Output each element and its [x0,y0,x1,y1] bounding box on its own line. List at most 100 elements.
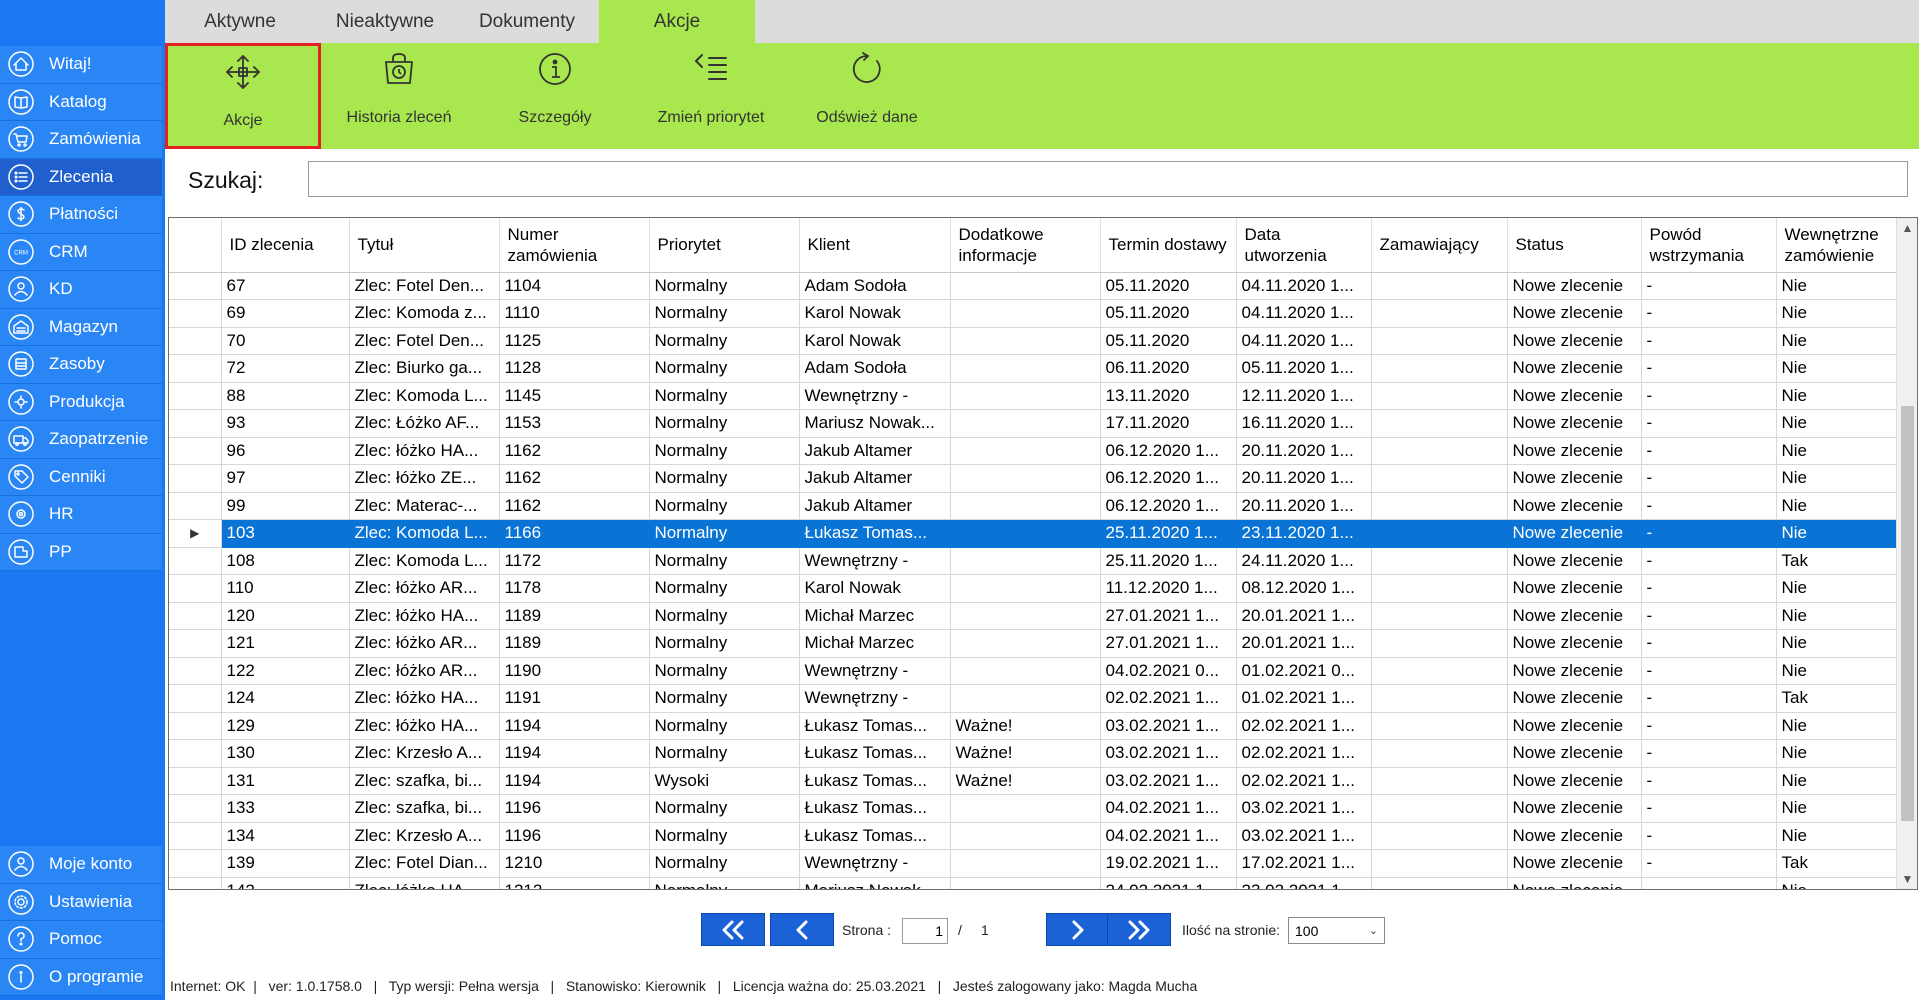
row-header[interactable] [169,492,222,520]
table-cell: Nowe zlecenie [1507,437,1642,465]
sidebar-item-zamowienia[interactable]: Zamówienia [0,121,162,159]
table-row[interactable]: 130 Zlec: Krzesło A... 1194 Normalny Łukasz … [169,739,1896,768]
historia-zlecen-button[interactable]: Historia zleceń [321,43,477,149]
sidebar-item-produkcja[interactable]: Produkcja [0,383,162,421]
table-row[interactable]: 121 Zlec: łóżko AR... 1189 Normalny Michał M… [169,629,1896,658]
previous-page-button[interactable] [770,913,834,946]
sidebar-item-platnosci[interactable]: Płatności [0,196,162,234]
row-header[interactable] [169,464,222,493]
table-row[interactable]: 96 Zlec: łóżko HA... 1162 Normalny Jakub Alt… [169,437,1896,465]
next-page-button[interactable] [1046,913,1110,946]
row-header[interactable] [169,354,222,383]
sidebar-item-crm[interactable]: CRM CRM [0,233,162,271]
column-header[interactable]: Wewnętrzne zamówienie [1776,218,1896,273]
table-row[interactable]: 67 Zlec: Fotel Den... 1104 Normalny Adam Sod… [169,272,1896,300]
column-header[interactable]: Powód wstrzymania [1641,218,1777,273]
vertical-scrollbar[interactable]: ▲ ▼ [1896,218,1917,889]
column-header[interactable]: Klient [799,218,951,273]
table-cell [950,657,1101,685]
sidebar-item-ustawienia[interactable]: Ustawienia [0,883,162,921]
row-header[interactable] [169,574,222,603]
first-page-button[interactable] [701,913,765,946]
column-header[interactable]: Termin dostawy [1100,218,1237,273]
table-row[interactable]: 72 Zlec: Biurko ga... 1128 Normalny Adam Sod… [169,354,1896,383]
table-row[interactable]: 69 Zlec: Komoda z... 1110 Normalny Karol Now… [169,299,1896,328]
tab-aktywne[interactable]: Aktywne [165,0,315,43]
table-row[interactable]: 120 Zlec: łóżko HA... 1189 Normalny Michał M… [169,602,1896,630]
row-header[interactable] [169,767,222,795]
row-header[interactable] [169,739,222,768]
table-row[interactable]: 93 Zlec: Łóżko AF... 1153 Normalny Mariusz N… [169,409,1896,438]
table-row[interactable]: ▶ 103 Zlec: Komoda L... 1166 Normalny Łukasz … [169,519,1896,548]
table-row[interactable]: 129 Zlec: łóżko HA... 1194 Normalny Łukasz T… [169,712,1896,740]
sidebar-item-pp[interactable]: PP [0,533,162,571]
tab-nieaktywne[interactable]: Nieaktywne [315,0,455,43]
table-row[interactable]: 142Zlec: łóżko HA...1212NormalnyMariusz … [169,877,1896,889]
sidebar-item-pomoc[interactable]: Pomoc [0,921,162,959]
scroll-down-icon[interactable]: ▼ [1897,869,1917,889]
table-row[interactable]: 124 Zlec: łóżko HA... 1191 Normalny Wewnętrz… [169,684,1896,713]
row-header[interactable] [169,409,222,438]
table-row[interactable]: 122 Zlec: łóżko AR... 1190 Normalny Wewnętrz… [169,657,1896,685]
row-header[interactable] [169,327,222,355]
akcje-button[interactable]: Akcje [165,43,321,149]
row-header[interactable] [169,794,222,823]
tab-dokumenty[interactable]: Dokumenty [455,0,599,43]
column-header[interactable]: ID zlecenia [221,218,350,273]
table-row[interactable]: 139 Zlec: Fotel Dian... 1210 Normalny Wewnęt… [169,849,1896,878]
column-header[interactable]: Zamawiający [1371,218,1508,273]
last-page-button[interactable] [1107,913,1171,946]
tab-akcje[interactable]: Akcje [599,0,755,43]
scrollbar-thumb[interactable] [1901,406,1914,821]
szczegoly-button[interactable]: Szczegóły [477,43,633,149]
table-row[interactable]: 133 Zlec: szafka, bi... 1196 Normalny Łukasz… [169,794,1896,823]
row-header[interactable] [169,547,222,575]
sidebar-item-moje-konto[interactable]: Moje konto [0,846,162,884]
table-row[interactable]: 88 Zlec: Komoda L... 1145 Normalny Wewnętrzn… [169,382,1896,410]
table-row[interactable]: 110 Zlec: łóżko AR... 1178 Normalny Karol No… [169,574,1896,603]
row-header[interactable] [169,437,222,465]
zmien-priorytet-button[interactable]: Zmień priorytet [633,43,789,149]
table-row[interactable]: 97 Zlec: łóżko ZE... 1162 Normalny Jakub Alt… [169,464,1896,493]
scroll-up-icon[interactable]: ▲ [1897,218,1917,238]
sidebar-item-o-programie[interactable]: O programie [0,958,162,996]
column-header[interactable]: Numer zamówienia [499,218,650,273]
table-row[interactable]: 99 Zlec: Materac-... 1162 Normalny Jakub Alt… [169,492,1896,520]
sidebar-item-magazyn[interactable]: Magazyn [0,308,162,346]
odswiez-dane-button[interactable]: Odśwież dane [789,43,945,149]
table-row[interactable]: 134 Zlec: Krzesło A... 1196 Normalny Łukasz … [169,822,1896,850]
column-header[interactable]: Status [1507,218,1642,273]
row-header[interactable] [169,629,222,658]
row-header[interactable] [169,849,222,878]
row-header[interactable]: ▶ [169,519,222,548]
sidebar-item-zaopatrzenie[interactable]: Zaopatrzenie [0,421,162,459]
per-page-select[interactable]: 100 ⌄ [1288,917,1385,944]
row-header[interactable] [169,299,222,328]
row-header[interactable] [169,272,222,300]
sidebar-item-label: HR [49,504,74,524]
row-header[interactable] [169,822,222,850]
row-header[interactable] [169,382,222,410]
column-header[interactable]: Priorytet [649,218,800,273]
search-input[interactable] [308,161,1908,197]
sidebar-item-zlecenia[interactable]: Zlecenia [0,158,162,196]
column-header[interactable]: Dodatkowe informacje [950,218,1101,273]
sidebar-item-zasoby[interactable]: Zasoby [0,346,162,384]
row-header[interactable] [169,657,222,685]
sidebar-item-hr[interactable]: HR [0,496,162,534]
column-header[interactable]: Data utworzenia [1236,218,1372,273]
sidebar-item-label: Witaj! [49,54,92,74]
page-number-input[interactable] [902,918,948,944]
row-header[interactable] [169,712,222,740]
sidebar-item-kd[interactable]: KD [0,271,162,309]
sidebar-item-cenniki[interactable]: Cenniki [0,458,162,496]
row-header[interactable] [169,877,222,889]
row-header[interactable] [169,602,222,630]
row-header[interactable] [169,684,222,713]
sidebar-item-witaj[interactable]: Witaj! [0,46,162,84]
column-header[interactable]: Tytuł [349,218,500,273]
table-row[interactable]: 108 Zlec: Komoda L... 1172 Normalny Wewnętrz… [169,547,1896,575]
table-row[interactable]: 70 Zlec: Fotel Den... 1125 Normalny Karol No… [169,327,1896,355]
table-row[interactable]: 131 Zlec: szafka, bi... 1194 Wysoki Łukasz T… [169,767,1896,795]
sidebar-item-katalog[interactable]: Katalog [0,83,162,121]
